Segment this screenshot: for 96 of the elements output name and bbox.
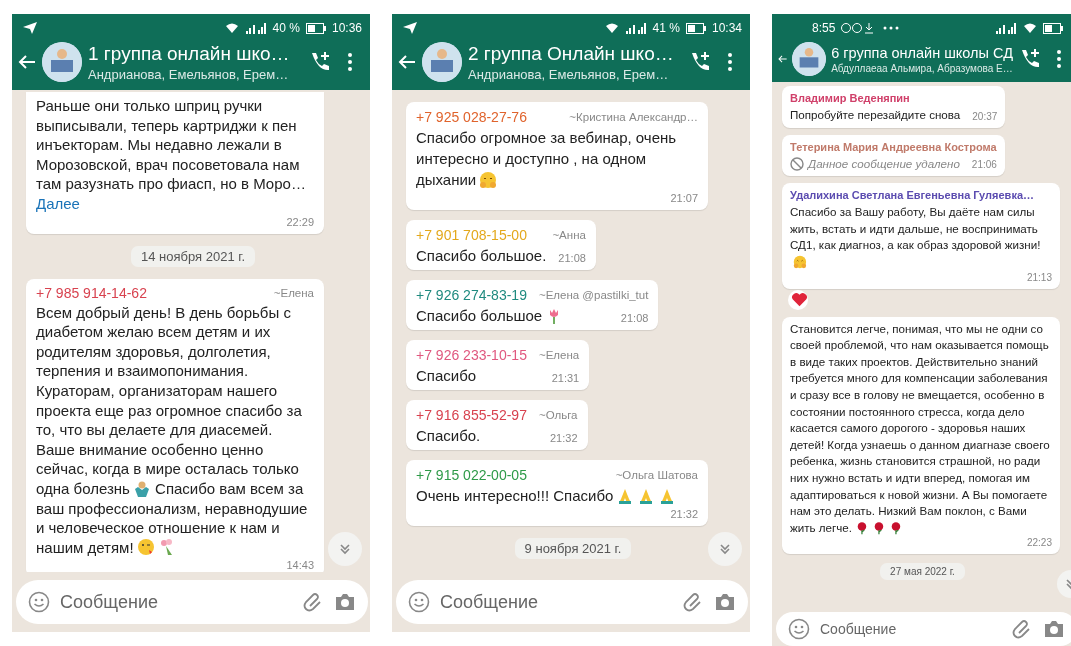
sender-name: ~Елена — [538, 348, 580, 363]
message-time: 21:08 — [619, 311, 649, 326]
date-chip: 9 ноября 2021 г. — [514, 538, 632, 559]
message-field[interactable]: Сообщение — [396, 580, 748, 624]
sender-phone: +7 915 022-00-05 — [416, 466, 527, 485]
message-time: 21:32 — [549, 431, 578, 446]
no-entry-icon — [790, 156, 804, 171]
sender-name: ~Елена @pastilki_tut — [538, 288, 649, 303]
date-chip: 27 мая 2022 г. — [880, 563, 965, 581]
paperclip-icon[interactable] — [682, 591, 704, 613]
message-text: Спасибо большое. — [416, 246, 547, 266]
message-time: 21:13 — [1025, 270, 1052, 285]
group-avatar[interactable] — [422, 42, 462, 82]
paper-plane-icon — [22, 21, 38, 35]
double-chevron-icon — [338, 542, 352, 556]
sender-name: Удалихина Светлана Евгеньевна Гуляевка… — [790, 188, 1035, 204]
signal-icon — [244, 22, 267, 34]
hugging-face-icon — [479, 170, 498, 189]
smiley-icon[interactable] — [28, 591, 50, 613]
signal-icon — [624, 22, 647, 34]
group-avatar[interactable] — [792, 42, 827, 76]
sender-name: ~Анна — [552, 228, 586, 243]
sender-name: ~Кристина Александр… — [569, 110, 698, 125]
message-time: 21:08 — [557, 251, 586, 266]
message-time: 21:32 — [669, 507, 698, 522]
wifi-icon — [604, 22, 619, 34]
message-text: Попробуйте перезайдите снова — [790, 107, 961, 123]
sender-name: ~Ольга — [538, 408, 578, 423]
message-input[interactable]: Сообщение — [60, 591, 292, 613]
date-chip: 14 ноября 2021 г. — [131, 245, 255, 267]
members-list: Андрианова, Емельянов, Ерем… — [88, 66, 302, 82]
shrugging-person-icon — [132, 479, 151, 498]
members-list: Андрианова, Емельянов, Ерем… — [468, 66, 682, 82]
message-text: Становится легче, понимая, что мы не одни со своей проблемой, что нам оказывается помощь в виде таких проектов. Действительно знаний требуется много для компенсации заболевания и сразу все в голову не вмещается, особенно в состоянии постоянного стресса, когда дело касается самого дорогого - здоровья наших детей! Когда узнаешь о данном диагназе своего ребенка, жизнь становится страшной, но ради них нужно встать и идти вперед, помогая им адаптироваться к новой жизни. А Вы помогаете нам это делать. Низкий Вам поклон, с Вами жить легче. — [790, 320, 1051, 537]
message-text: Очень интересно!!! Спасибо — [416, 485, 677, 506]
sender-phone: +7 925 028-27-76 — [416, 108, 527, 127]
reaction-chip[interactable] — [788, 289, 808, 310]
sender-phone: +7 926 233-10-15 — [416, 346, 527, 365]
paperclip-icon[interactable] — [302, 591, 324, 613]
message-text: Всем добрый день! В день борьбы с диабетом желаю всем детям и их родителям здоровья, долголетия, терпения и взаимопонимания. Кураторам, организаторам нашего проекта еще раз огромное спасибо за то, что вы делаете для диасемей. Ваше внимание особенно ценно сейчас, когда в мире осталась только одна болезнь Спасибо вам всем за ваш профессионализм, неравнодушие и человеческое отношение к нам и нашим детям! — [36, 302, 309, 558]
message-time: 22:23 — [1025, 536, 1052, 551]
battery-icon — [685, 22, 706, 34]
message-text: Спасибо большое — [416, 305, 564, 326]
message-time: 22:29 — [285, 214, 314, 230]
wifi-icon — [224, 22, 239, 34]
back-arrow-icon[interactable] — [18, 54, 36, 70]
message-input[interactable]: Сообщение — [440, 591, 672, 613]
paperclip-icon[interactable] — [1011, 618, 1033, 640]
battery-icon — [305, 22, 326, 34]
message-time: 14:43 — [285, 558, 314, 572]
sender-name: Тетерина Мария Андреевна Кострома — [790, 139, 997, 155]
camera-icon[interactable] — [714, 592, 736, 612]
sender-phone: +7 926 274-83-19 — [416, 286, 527, 305]
message-text: Спасибо — [416, 366, 477, 386]
chat-title[interactable]: 2 группа Онлайн шко… — [468, 42, 682, 65]
battery-icon — [1043, 22, 1063, 34]
clock-time: 10:36 — [331, 21, 362, 35]
message-text: Раньше они только шприц ручки выписывали, теперь картриджи к пен инъекторам. Мы недавно лежали в Морозовской, врач посоветовала нам там разузнать про фиасп, но в Моро… Далее — [36, 96, 307, 214]
double-chevron-icon — [718, 542, 732, 556]
message-time: 21:31 — [550, 371, 580, 386]
sender-phone: +7 985 914-14-62 — [36, 283, 147, 303]
clock-time: 10:34 — [711, 21, 742, 35]
members-list: Абдуллаеаа Альмира, Абразумова Е… — [831, 62, 1013, 74]
smiley-icon[interactable] — [788, 618, 810, 640]
message-text: Спасибо огромное за вебинар, очень интересно и доступно , на одном дыхании — [416, 128, 678, 190]
sender-phone: +7 901 708-15-00 — [416, 226, 527, 245]
read-more-link[interactable]: Далее — [36, 194, 80, 212]
sender-name: ~Елена — [273, 285, 314, 301]
message-field[interactable]: Сообщение — [16, 580, 368, 624]
message-text: Спасибо за Вашу работу, Вы даёте нам силы жить, встать и идти дальше, не воспринимать СД1, как диагноз, а как образ здоровой жизни! — [790, 204, 1052, 271]
chat-title[interactable]: 1 группа онлайн шко… — [88, 42, 302, 65]
camera-icon[interactable] — [1043, 619, 1065, 639]
message-time: 20:37 — [971, 109, 998, 124]
group-avatar[interactable] — [42, 42, 82, 82]
more-notifications-icon — [883, 26, 900, 30]
message-input[interactable]: Сообщение — [820, 621, 1001, 637]
smiley-icon[interactable] — [408, 591, 430, 613]
message-time: 21:07 — [669, 191, 698, 206]
kissing-face-icon — [136, 538, 155, 557]
sender-name: Владимир Веденяпин — [790, 91, 911, 106]
back-arrow-icon[interactable] — [398, 54, 416, 70]
sender-phone: +7 916 855-52-97 — [416, 406, 527, 425]
sender-name: ~Ольга Шатова — [615, 468, 698, 483]
message-field[interactable]: Сообщение — [776, 612, 1071, 646]
chat-title[interactable]: 6 группа онлайн школы СД — [831, 44, 1013, 61]
camera-icon[interactable] — [334, 592, 356, 612]
message-time: 21:06 — [970, 158, 997, 173]
message-text: Спасибо. — [416, 426, 481, 446]
battery-level: 40 % — [272, 21, 300, 35]
hugging-face-icon — [793, 254, 807, 269]
wifi-icon — [1023, 22, 1037, 34]
deleted-message-text: Данное сообщение удалено — [808, 155, 960, 172]
signal-icon — [995, 22, 1017, 34]
battery-level: 41 % — [652, 21, 680, 35]
paper-plane-icon — [402, 21, 418, 35]
clock-time: 8:55 — [812, 21, 836, 35]
